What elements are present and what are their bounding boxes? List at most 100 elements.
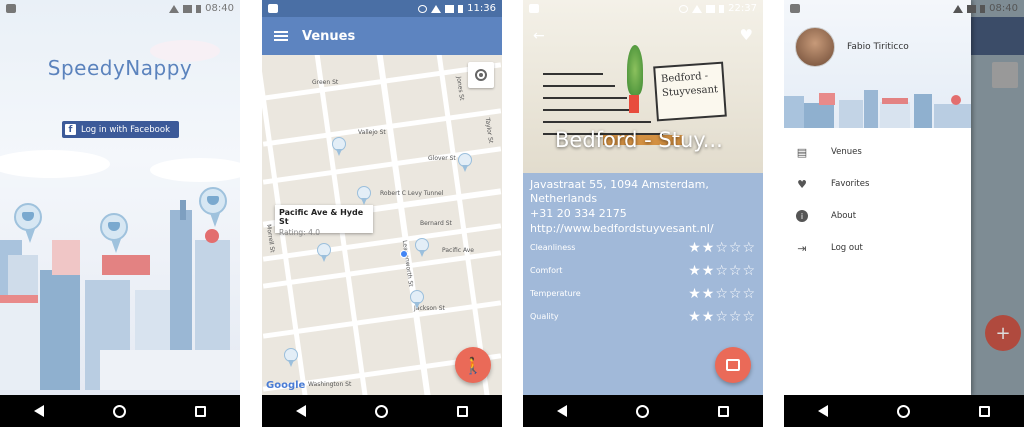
home-icon[interactable] — [635, 404, 649, 418]
walk-fab-button[interactable]: 🚶 — [455, 347, 491, 383]
crosshair-icon — [475, 69, 487, 81]
dimmed-map-background[interactable]: + — [971, 0, 1024, 395]
venue-info-window[interactable]: Pacific Ave & Hyde St Rating: 4.0 — [275, 205, 373, 237]
my-location-button[interactable] — [468, 62, 494, 88]
back-arrow-icon[interactable]: ← — [533, 28, 545, 44]
avatar[interactable] — [795, 27, 835, 67]
plant-illustration — [627, 45, 643, 95]
street-label: Robert C Levy Tunnel — [380, 190, 444, 197]
favorite-heart-icon[interactable]: ♥ — [740, 26, 753, 44]
system-nav-bar — [523, 395, 763, 427]
google-logo: Google — [266, 380, 306, 391]
drawer-item-label: Log out — [831, 243, 863, 253]
venue-map-pin[interactable] — [332, 137, 346, 156]
venue-title: Bedford - Stuy... — [555, 128, 723, 152]
drawer-item-venues[interactable]: ▤ Venues — [784, 136, 971, 168]
street-label: Taylor St — [483, 117, 495, 144]
venue-phone[interactable]: +31 20 334 2175 — [530, 206, 756, 221]
notification-icon — [529, 4, 539, 13]
rating-row: Cleanliness ★★☆☆☆ — [530, 236, 756, 259]
recents-icon[interactable] — [978, 405, 990, 417]
signal-icon — [967, 4, 977, 13]
venue-map-pin[interactable] — [458, 153, 472, 172]
star-rating-icon[interactable]: ★★☆☆☆ — [688, 240, 756, 256]
street-label: Washington St — [308, 381, 352, 388]
map-road — [262, 108, 502, 147]
status-bar: 08:40 — [0, 0, 240, 17]
venue-map-pin[interactable] — [284, 348, 298, 367]
drawer-header: Fabio Tiriticco — [784, 0, 971, 128]
battery-icon — [458, 4, 464, 13]
home-icon[interactable] — [374, 404, 388, 418]
notification-icon — [790, 4, 800, 13]
recents-icon[interactable] — [456, 405, 468, 417]
drawer-item-label: About — [831, 211, 857, 221]
drawer-item-favorites[interactable]: ♥ Favorites — [784, 168, 971, 200]
rating-row: Temperature ★★☆☆☆ — [530, 282, 756, 305]
notification-icon — [6, 4, 16, 13]
clock: 22:37 — [728, 3, 757, 14]
venue-url[interactable]: http://www.bedfordstuyvesant.nl/ — [530, 221, 756, 236]
drawer-item-logout[interactable]: ⇥ Log out — [784, 232, 971, 264]
current-location-dot — [400, 250, 408, 258]
venue-pin-icon — [14, 203, 42, 243]
street-label: Glover St — [428, 155, 456, 162]
drawer-item-label: Venues — [831, 147, 862, 157]
status-bar: 11:36 — [262, 0, 502, 17]
recents-icon[interactable] — [194, 405, 206, 417]
wifi-icon — [692, 4, 703, 13]
facebook-login-label: Log in with Facebook — [81, 124, 171, 135]
navigation-drawer: Fabio Tiriticco ▤ Venues ♥ Favorites i A… — [784, 0, 971, 395]
my-location-button — [992, 62, 1018, 88]
home-icon[interactable] — [896, 404, 910, 418]
venue-pin-icon — [100, 213, 128, 253]
heart-icon: ♥ — [797, 177, 807, 191]
venue-map-pin[interactable] — [357, 186, 371, 205]
venue-map-pin[interactable] — [410, 290, 424, 309]
dimmed-app-bar — [971, 17, 1024, 55]
street-label: Jones St — [454, 76, 466, 101]
star-rating-icon[interactable]: ★★☆☆☆ — [688, 286, 756, 302]
info-window-title: Pacific Ave & Hyde St — [279, 208, 364, 226]
drawer-item-about[interactable]: i About — [784, 200, 971, 232]
recents-icon[interactable] — [717, 405, 729, 417]
status-bar: 22:37 — [523, 0, 763, 17]
app-logo: SpeedyNappy — [47, 56, 193, 80]
system-nav-bar — [784, 395, 1024, 427]
map-icon: ▤ — [796, 145, 808, 159]
back-icon[interactable] — [34, 405, 45, 417]
venue-sign: Bedford - Stuyvesant — [653, 61, 727, 122]
alarm-icon — [418, 4, 428, 13]
system-nav-bar — [0, 395, 240, 427]
facebook-icon: f — [65, 124, 76, 135]
rate-review-icon — [726, 359, 740, 371]
rating-label: Quality — [530, 312, 559, 321]
rating-label: Cleanliness — [530, 243, 576, 252]
clock: 08:40 — [205, 3, 234, 14]
menu-icon[interactable] — [274, 31, 288, 41]
street-label: Bernard St — [420, 220, 452, 227]
battery-icon — [980, 4, 986, 13]
review-fab-button[interactable] — [715, 347, 751, 383]
pot-illustration — [629, 95, 639, 113]
venue-map-pin[interactable] — [415, 238, 429, 257]
star-rating-icon[interactable]: ★★☆☆☆ — [688, 309, 756, 325]
add-fab-button[interactable]: + — [985, 315, 1021, 351]
rating-label: Comfort — [530, 266, 563, 275]
star-rating-icon[interactable]: ★★☆☆☆ — [688, 263, 756, 279]
facebook-login-button[interactable]: f Log in with Facebook — [62, 121, 179, 138]
venue-map-pin[interactable] — [317, 243, 331, 262]
back-icon[interactable] — [296, 405, 307, 417]
app-bar: Venues — [262, 17, 502, 55]
info-window-rating: Rating: 4.0 — [279, 228, 321, 237]
back-icon[interactable] — [818, 405, 829, 417]
system-nav-bar — [262, 395, 502, 427]
home-icon[interactable] — [112, 404, 126, 418]
back-icon[interactable] — [557, 405, 568, 417]
signal-icon — [445, 4, 455, 13]
battery-icon — [719, 4, 725, 13]
drawer-menu: ▤ Venues ♥ Favorites i About ⇥ Log out — [784, 136, 971, 264]
info-icon: i — [795, 209, 809, 223]
walking-icon: 🚶 — [463, 355, 483, 375]
cloud — [150, 158, 240, 182]
